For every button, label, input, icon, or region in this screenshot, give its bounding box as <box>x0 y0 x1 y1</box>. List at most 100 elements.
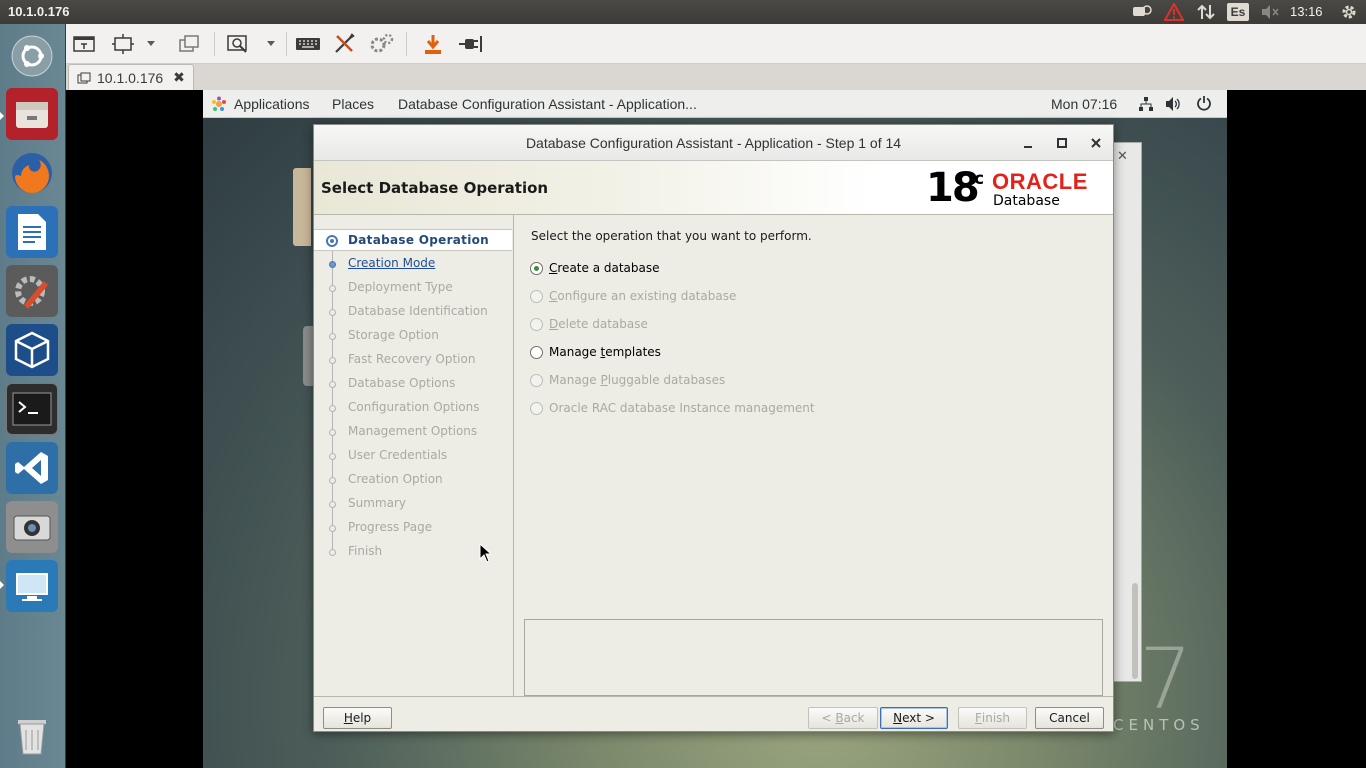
operation-option[interactable]: Delete database <box>530 315 648 333</box>
power-icon[interactable] <box>1196 95 1212 114</box>
option-label: D <box>549 317 559 331</box>
step-label: User Credentials <box>348 448 448 462</box>
radio-button[interactable] <box>530 401 543 415</box>
option-label: reate a database <box>557 261 660 275</box>
volume-icon[interactable] <box>1165 96 1181 115</box>
desktop-folder-icon[interactable] <box>293 168 311 246</box>
chevron-down-icon[interactable] <box>144 32 158 56</box>
applications-menu[interactable]: Applications <box>234 96 310 112</box>
window-mode-icon[interactable] <box>72 32 96 56</box>
operation-option[interactable]: Create a database <box>530 259 660 277</box>
option-label: emplates <box>605 345 661 359</box>
cancel-button[interactable]: Cancel <box>1035 707 1104 729</box>
step-marker-icon <box>329 525 336 532</box>
operation-option[interactable]: Manage Pluggable databases <box>530 371 725 389</box>
network-updown-icon[interactable] <box>1194 3 1218 21</box>
vscode-icon[interactable] <box>6 442 58 494</box>
places-menu[interactable]: Places <box>332 96 374 112</box>
gear-icon[interactable] <box>1338 3 1360 21</box>
page-title: Select Database Operation <box>321 179 549 197</box>
radio-button[interactable] <box>530 373 543 387</box>
help-button[interactable]: Help <box>323 707 392 729</box>
mouse-cursor-icon <box>479 542 493 566</box>
maximize-icon[interactable] <box>1052 133 1072 153</box>
zoom-icon[interactable] <box>227 32 251 56</box>
step-item[interactable]: Database Operation <box>314 229 512 251</box>
files-icon[interactable] <box>6 88 58 140</box>
scrollbar-thumb[interactable] <box>1132 583 1138 679</box>
radio-button[interactable] <box>530 345 543 359</box>
camera-icon[interactable] <box>6 501 58 553</box>
close-icon[interactable] <box>1086 133 1106 153</box>
option-label: C <box>549 289 558 303</box>
preferences-gear-icon[interactable] <box>370 32 394 56</box>
dialog-titlebar[interactable]: Database Configuration Assistant - Appli… <box>314 125 1113 161</box>
messaging-icon[interactable] <box>1130 3 1154 21</box>
step-item: Configuration Options <box>314 397 512 419</box>
step-label: Storage Option <box>348 328 439 342</box>
operation-option[interactable]: Configure an existing database <box>530 287 736 305</box>
step-label: Database Options <box>348 376 456 390</box>
step-item: Database Identification <box>314 301 512 323</box>
viewer-tab[interactable]: 10.1.0.176 ✖ <box>68 64 194 90</box>
oracle-version: 18 <box>926 165 980 211</box>
operation-option[interactable]: Oracle RAC database Instance management <box>530 399 815 417</box>
disconnect-plug-icon[interactable] <box>457 32 485 56</box>
host-window-title: 10.1.0.176 <box>8 4 70 19</box>
viewer-toolbar <box>66 24 1366 64</box>
chevron-down-icon[interactable] <box>264 32 278 56</box>
viewer-tab-bar: 10.1.0.176 ✖ <box>66 64 1366 90</box>
step-label: Progress Page <box>348 520 433 534</box>
firefox-icon[interactable] <box>6 147 58 199</box>
radio-button[interactable] <box>530 317 543 331</box>
virtualbox-icon[interactable] <box>6 324 58 376</box>
system-settings-icon[interactable] <box>6 265 58 317</box>
background-window[interactable]: ✕ <box>1112 142 1142 682</box>
finish-button[interactable]: Finish <box>958 707 1027 729</box>
step-label: Fast Recovery Option <box>348 352 476 366</box>
step-marker-icon <box>329 453 336 460</box>
option-label: Manage <box>549 373 601 387</box>
gnome-foot-icon[interactable] <box>211 96 227 115</box>
guest-clock[interactable]: Mon 07:16 <box>1051 96 1117 112</box>
back-button[interactable]: < Back <box>808 707 878 729</box>
step-marker-icon <box>329 549 336 556</box>
step-label: Finish <box>348 544 383 558</box>
step-label: Deployment Type <box>348 280 453 294</box>
keyboard-layout-indicator[interactable]: Es <box>1227 3 1249 21</box>
step-label: Configuration Options <box>348 400 480 414</box>
step-item: Storage Option <box>314 325 512 347</box>
next-button[interactable]: Next > <box>880 707 948 729</box>
remote-viewer-icon[interactable] <box>6 560 58 612</box>
active-window-title[interactable]: Database Configuration Assistant - Appli… <box>398 96 697 112</box>
viewer-tab-label: 10.1.0.176 <box>97 69 164 86</box>
tools-icon[interactable] <box>332 32 356 56</box>
trash-icon[interactable] <box>6 709 58 761</box>
dbca-dialog: Database Configuration Assistant - Appli… <box>313 124 1114 732</box>
close-icon[interactable]: ✕ <box>1117 149 1128 164</box>
description-box <box>524 619 1103 696</box>
operation-option[interactable]: Manage t emplates <box>530 343 661 361</box>
terminal-icon[interactable] <box>6 383 58 435</box>
step-marker-icon <box>329 261 336 268</box>
radio-button[interactable] <box>530 289 543 303</box>
writer-document-icon[interactable] <box>6 206 58 258</box>
keyboard-icon[interactable] <box>294 32 322 56</box>
tab-close-icon[interactable]: ✖ <box>173 69 185 86</box>
step-marker-icon <box>329 381 336 388</box>
oracle-version-suffix: c <box>974 169 985 189</box>
host-clock[interactable]: 13:16 <box>1290 4 1323 19</box>
network-wired-icon[interactable] <box>1138 96 1154 115</box>
step-label: Database Operation <box>348 233 490 247</box>
usb-redirect-icon[interactable] <box>421 32 445 56</box>
step-item[interactable]: Creation Mode <box>314 253 512 275</box>
radio-button[interactable] <box>530 261 543 275</box>
warning-icon[interactable] <box>1162 3 1186 21</box>
step-marker-icon <box>329 429 336 436</box>
step-item: Fast Recovery Option <box>314 349 512 371</box>
minimize-icon[interactable] <box>1018 133 1038 153</box>
ubuntu-dash-icon[interactable] <box>6 30 58 82</box>
fullscreen-icon[interactable] <box>111 32 135 56</box>
windows-icon[interactable] <box>177 32 201 56</box>
volume-muted-icon[interactable] <box>1258 3 1282 21</box>
